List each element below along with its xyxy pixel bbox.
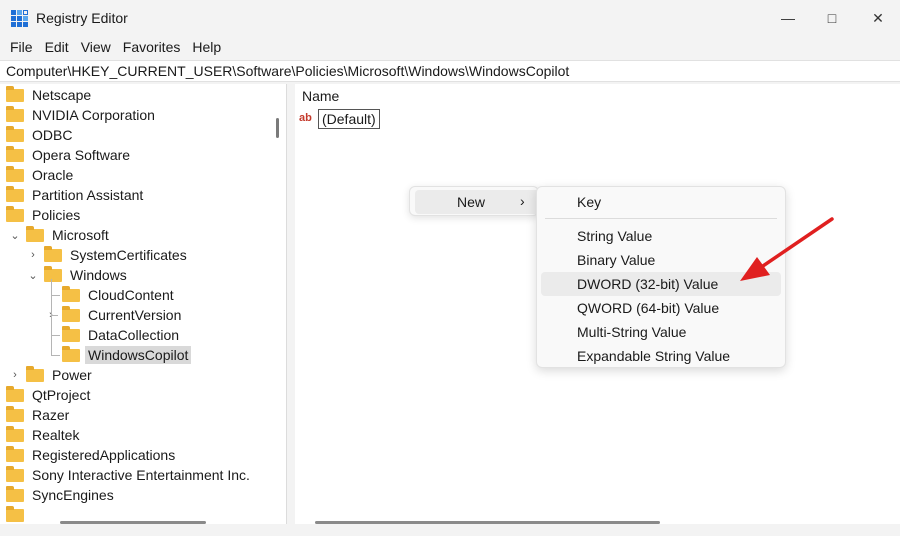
submenu-item-label: String Value [577,228,653,244]
close-icon: ✕ [872,9,884,26]
menu-file[interactable]: File [4,39,39,55]
minimize-button[interactable]: — [766,0,810,36]
folder-icon [6,485,24,502]
menu-favorites[interactable]: Favorites [117,39,187,55]
title-bar: Registry Editor — □ ✕ [0,0,900,36]
string-value-icon: ab [299,111,312,124]
tree-item-label: SyncEngines [32,487,114,503]
folder-icon [6,505,24,522]
registry-editor-icon [10,9,28,27]
context-menu: New › [409,186,545,216]
tree-item-registeredapplications[interactable]: RegisteredApplications [0,445,286,465]
folder-icon [6,425,24,442]
pane-splitter[interactable] [288,84,295,536]
submenu-item-expandable-string-value[interactable]: Expandable String Value [541,344,781,368]
tree-item-qtproject[interactable]: QtProject [0,385,286,405]
value-name: (Default) [318,109,380,129]
tree-connector-lines [51,279,60,356]
window-title: Registry Editor [36,10,128,26]
tree-item-label: RegisteredApplications [32,447,176,463]
submenu-item-qword-value[interactable]: QWORD (64-bit) Value [541,296,781,320]
tree-vertical-scrollbar[interactable] [276,118,279,138]
submenu-item-dword-value[interactable]: DWORD (32-bit) Value [541,272,781,296]
folder-icon [6,385,24,402]
submenu-item-label: Key [577,194,602,210]
folder-icon [6,405,24,422]
value-row-default[interactable]: ab (Default) [299,108,380,130]
minimize-icon: — [781,10,795,26]
tree-item-label: Sony Interactive Entertainment Inc. [32,467,250,483]
submenu-item-string-value[interactable]: String Value [541,224,781,248]
close-button[interactable]: ✕ [856,0,900,36]
menu-bar: File Edit View Favorites Help [0,36,900,58]
submenu-item-multi-string-value[interactable]: Multi-String Value [541,320,781,344]
submenu-item-label: DWORD (32-bit) Value [577,276,719,292]
name-column-header[interactable]: Name [302,88,339,104]
submenu-item-label: Multi-String Value [577,324,687,340]
address-bar[interactable]: Computer\HKEY_CURRENT_USER\Software\Poli… [0,60,900,82]
folder-icon [6,465,24,482]
values-horizontal-scrollbar[interactable] [315,521,660,524]
submenu-item-label: QWORD (64-bit) Value [577,300,720,316]
new-menu-item[interactable]: New › [415,190,545,214]
tree-horizontal-scrollbar[interactable] [60,521,206,524]
tree-item-label: Razer [32,407,70,423]
chevron-right-icon: › [520,193,525,209]
new-submenu: Key String Value Binary Value DWORD (32-… [536,186,786,368]
submenu-item-label: Binary Value [577,252,656,268]
submenu-item-binary-value[interactable]: Binary Value [541,248,781,272]
tree-item-sony-interactive-entertainment[interactable]: Sony Interactive Entertainment Inc. [0,465,286,485]
maximize-icon: □ [827,10,837,26]
submenu-item-label: Expandable String Value [577,348,731,364]
tree-item-syncengines[interactable]: SyncEngines [0,485,286,505]
tree-item-label: Realtek [32,427,80,443]
new-menu-label: New [457,194,486,210]
maximize-button[interactable]: □ [810,0,854,36]
submenu-item-key[interactable]: Key [541,190,781,214]
menu-help[interactable]: Help [186,39,227,55]
tree-item-label: QtProject [32,387,91,403]
tree-item-realtek[interactable]: Realtek [0,425,286,445]
menu-edit[interactable]: Edit [39,39,75,55]
submenu-divider [545,218,777,219]
menu-view[interactable]: View [75,39,117,55]
tree-item-razer[interactable]: Razer [0,405,286,425]
bottom-strip [0,524,900,536]
folder-icon [6,445,24,462]
